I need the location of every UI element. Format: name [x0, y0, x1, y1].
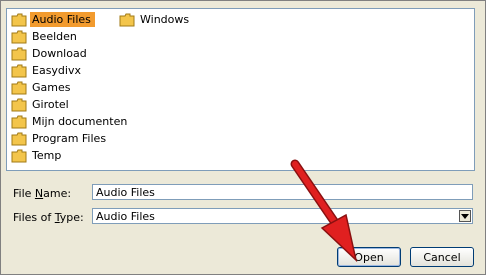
folder-list[interactable]: Audio Files Beelden Download Easydivx Ga… — [6, 8, 475, 171]
file-type-label-prefix: Files of — [13, 211, 55, 224]
folder-icon — [11, 13, 27, 26]
folder-label: Games — [32, 81, 71, 94]
folder-item-audio-files[interactable]: Audio Files — [11, 12, 133, 27]
cancel-button[interactable]: Cancel — [410, 247, 474, 267]
folder-icon — [11, 30, 27, 43]
dropdown-button[interactable] — [459, 210, 471, 222]
folder-label: Mijn documenten — [32, 115, 128, 128]
folder-item-windows[interactable]: Windows — [119, 12, 195, 27]
folder-label: Girotel — [32, 98, 69, 111]
file-type-label: Files of Type: — [13, 211, 84, 224]
file-name-label: File Name: — [13, 187, 71, 200]
folder-label: Windows — [140, 13, 190, 26]
file-type-select[interactable]: Audio Files — [92, 208, 473, 224]
folder-icon — [11, 149, 27, 162]
folder-item-mijn-documenten[interactable]: Mijn documenten — [11, 114, 133, 129]
folder-icon — [11, 115, 27, 128]
open-button[interactable]: Open — [337, 247, 401, 267]
folder-item-program-files[interactable]: Program Files — [11, 131, 133, 146]
folder-item-girotel[interactable]: Girotel — [11, 97, 133, 112]
folder-item-temp[interactable]: Temp — [11, 148, 133, 163]
file-type-value: Audio Files — [96, 210, 155, 223]
file-name-label-accel: N — [34, 187, 44, 200]
chevron-down-icon — [461, 213, 469, 219]
folder-icon — [119, 13, 135, 26]
folder-column-2: Windows — [119, 12, 195, 29]
folder-item-download[interactable]: Download — [11, 46, 133, 61]
file-name-input[interactable]: Audio Files — [92, 184, 473, 200]
folder-label: Download — [32, 47, 87, 60]
file-name-label-suffix: ame: — [43, 187, 72, 200]
folder-label: Easydivx — [32, 64, 81, 77]
folder-icon — [11, 47, 27, 60]
folder-label: Temp — [32, 149, 62, 162]
folder-icon — [11, 64, 27, 77]
folder-item-games[interactable]: Games — [11, 80, 133, 95]
file-type-label-suffix: ype: — [59, 211, 84, 224]
file-name-label-prefix: File — [13, 187, 35, 200]
file-open-dialog: Audio Files Beelden Download Easydivx Ga… — [0, 0, 486, 275]
folder-label: Audio Files — [30, 12, 95, 27]
folder-icon — [11, 98, 27, 111]
folder-label: Beelden — [32, 30, 77, 43]
folder-label: Program Files — [32, 132, 107, 145]
folder-item-beelden[interactable]: Beelden — [11, 29, 133, 44]
folder-icon — [11, 81, 27, 94]
folder-column-1: Audio Files Beelden Download Easydivx Ga… — [11, 12, 133, 165]
folder-item-easydivx[interactable]: Easydivx — [11, 63, 133, 78]
folder-icon — [11, 132, 27, 145]
